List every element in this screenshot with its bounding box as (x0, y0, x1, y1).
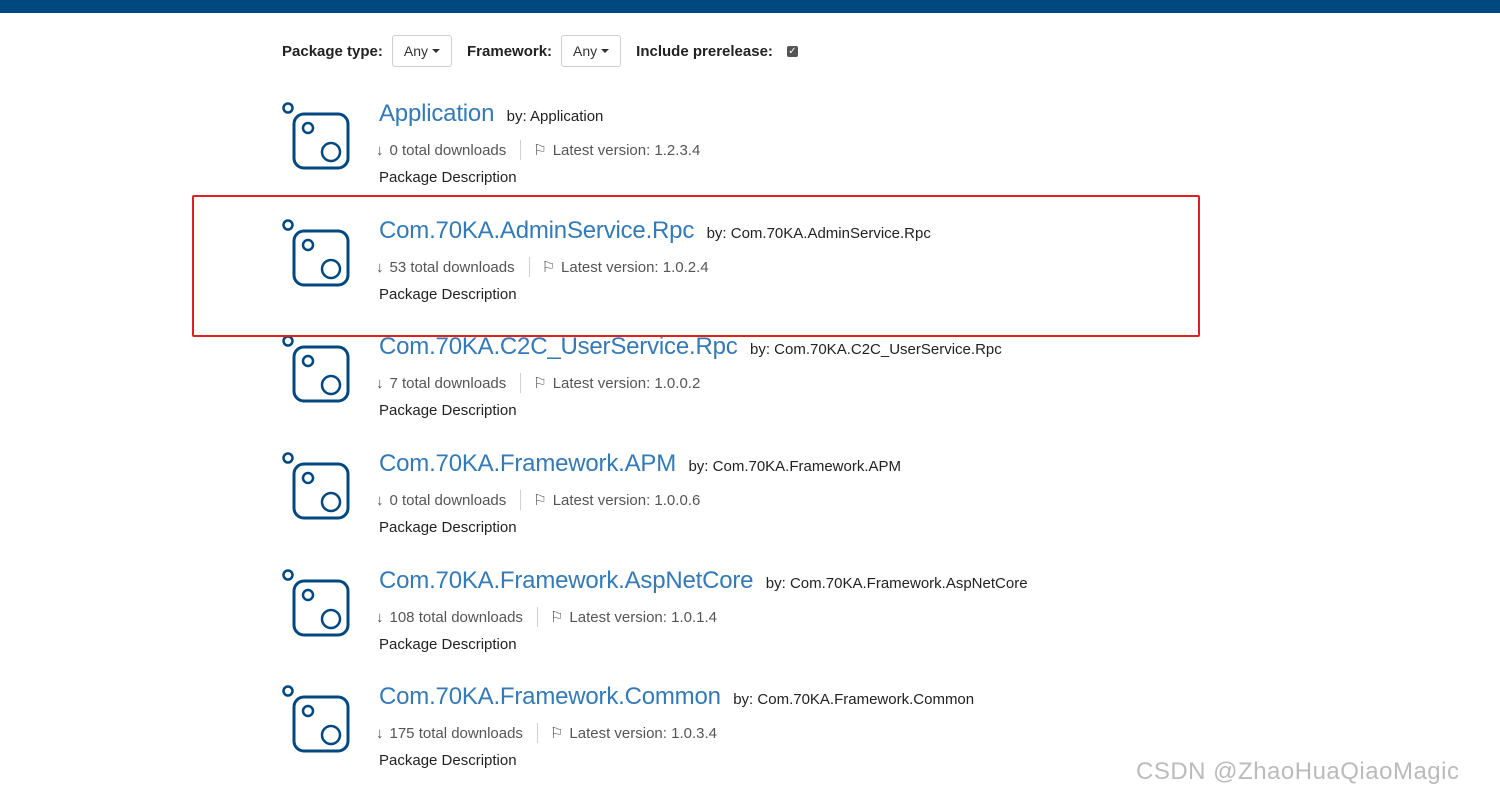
download-icon: ↓ (376, 608, 384, 626)
flag-icon: ⚐ (549, 609, 564, 626)
package-meta: ↓ 7 total downloads ⚐ Latest version: 1.… (376, 373, 700, 393)
package-title-link[interactable]: Application (379, 100, 494, 127)
package-item: Com.70KA.C2C_UserService.Rpc by: Com.70K… (280, 333, 1180, 433)
framework-value: Any (573, 43, 598, 59)
package-description: Package Description (379, 402, 517, 419)
package-latest-version: Latest version: 1.0.0.6 (552, 491, 701, 509)
download-icon: ↓ (376, 258, 384, 276)
package-description: Package Description (379, 752, 517, 769)
package-default-icon (282, 102, 350, 170)
package-title-row: Com.70KA.Framework.AspNetCore by: Com.70… (379, 567, 1028, 595)
package-title-row: Com.70KA.AdminService.Rpc by: Com.70KA.A… (379, 217, 931, 245)
package-latest-version: Latest version: 1.0.0.2 (552, 374, 701, 392)
package-latest-version: Latest version: 1.0.1.4 (569, 608, 717, 626)
package-title-row: Com.70KA.C2C_UserService.Rpc by: Com.70K… (379, 333, 1002, 361)
package-meta: ↓ 175 total downloads ⚐ Latest version: … (376, 723, 717, 743)
caret-down-icon (601, 49, 610, 53)
package-meta: ↓ 108 total downloads ⚐ Latest version: … (376, 607, 717, 627)
package-title-link[interactable]: Com.70KA.Framework.Common (379, 683, 721, 710)
include-prerelease-checkbox[interactable]: ✓ (786, 45, 798, 57)
flag-icon: ⚐ (533, 492, 547, 509)
package-description: Package Description (379, 286, 517, 303)
package-default-icon (282, 219, 350, 287)
package-latest-version: Latest version: 1.0.2.4 (561, 258, 709, 276)
package-item: Com.70KA.Framework.APM by: Com.70KA.Fram… (280, 450, 1180, 550)
package-author: by: Application (506, 108, 604, 125)
watermark-text: CSDN @ZhaoHuaQiaoMagic (1136, 758, 1460, 785)
package-downloads: 175 total downloads (389, 724, 523, 742)
package-title-link[interactable]: Com.70KA.AdminService.Rpc (379, 217, 694, 244)
download-icon: ↓ (376, 724, 384, 742)
download-icon: ↓ (376, 374, 384, 392)
package-item: Com.70KA.Framework.Common by: Com.70KA.F… (280, 683, 1180, 783)
meta-divider (520, 140, 522, 160)
package-title-row: Com.70KA.Framework.APM by: Com.70KA.Fram… (379, 450, 901, 478)
package-title-link[interactable]: Com.70KA.Framework.APM (379, 450, 676, 477)
package-description: Package Description (379, 169, 517, 186)
flag-icon: ⚐ (533, 375, 547, 392)
package-downloads: 0 total downloads (389, 141, 507, 159)
package-author: by: Com.70KA.Framework.AspNetCore (765, 575, 1028, 592)
download-icon: ↓ (376, 491, 384, 509)
package-title-link[interactable]: Com.70KA.C2C_UserService.Rpc (379, 333, 738, 360)
framework-label: Framework: (467, 42, 553, 60)
package-item: Application by: Application ↓ 0 total do… (280, 100, 1180, 200)
flag-icon: ⚐ (549, 725, 564, 742)
package-title-link[interactable]: Com.70KA.Framework.AspNetCore (379, 567, 754, 594)
package-title-row: Com.70KA.Framework.Common by: Com.70KA.F… (379, 683, 974, 711)
package-description: Package Description (379, 636, 517, 653)
package-downloads: 0 total downloads (389, 491, 507, 509)
package-title-row: Application by: Application (379, 100, 603, 128)
meta-divider (520, 373, 522, 393)
package-default-icon (282, 685, 350, 753)
package-default-icon (282, 452, 350, 520)
flag-icon: ⚐ (541, 259, 556, 276)
package-author: by: Com.70KA.C2C_UserService.Rpc (749, 341, 1002, 358)
package-item: Com.70KA.AdminService.Rpc by: Com.70KA.A… (280, 217, 1180, 317)
include-prerelease-label: Include prerelease: (636, 42, 773, 60)
package-meta: ↓ 53 total downloads ⚐ Latest version: 1… (376, 257, 709, 277)
meta-divider (520, 490, 522, 510)
package-author: by: Com.70KA.AdminService.Rpc (706, 225, 931, 242)
package-item: Com.70KA.Framework.AspNetCore by: Com.70… (280, 567, 1180, 667)
package-author: by: Com.70KA.Framework.APM (688, 458, 902, 475)
package-downloads: 53 total downloads (389, 258, 515, 276)
package-type-dropdown[interactable]: Any (391, 35, 453, 67)
meta-divider (536, 723, 538, 743)
package-default-icon (282, 569, 350, 637)
top-navigation-bar (0, 0, 1500, 13)
package-meta: ↓ 0 total downloads ⚐ Latest version: 1.… (376, 140, 700, 160)
download-icon: ↓ (376, 141, 384, 159)
package-downloads: 7 total downloads (389, 374, 507, 392)
package-latest-version: Latest version: 1.2.3.4 (552, 141, 701, 159)
package-meta: ↓ 0 total downloads ⚐ Latest version: 1.… (376, 490, 700, 510)
package-type-value: Any (403, 43, 429, 59)
package-downloads: 108 total downloads (389, 608, 523, 626)
meta-divider (528, 257, 530, 277)
package-latest-version: Latest version: 1.0.3.4 (569, 724, 717, 742)
package-author: by: Com.70KA.Framework.Common (733, 691, 975, 708)
framework-dropdown[interactable]: Any (561, 35, 622, 67)
filter-bar: Package type: Any Framework: Any Include… (282, 34, 798, 68)
meta-divider (536, 607, 538, 627)
caret-down-icon (432, 49, 441, 53)
flag-icon: ⚐ (533, 142, 547, 159)
package-type-label: Package type: (282, 42, 383, 60)
package-description: Package Description (379, 519, 517, 536)
package-default-icon (282, 335, 350, 403)
